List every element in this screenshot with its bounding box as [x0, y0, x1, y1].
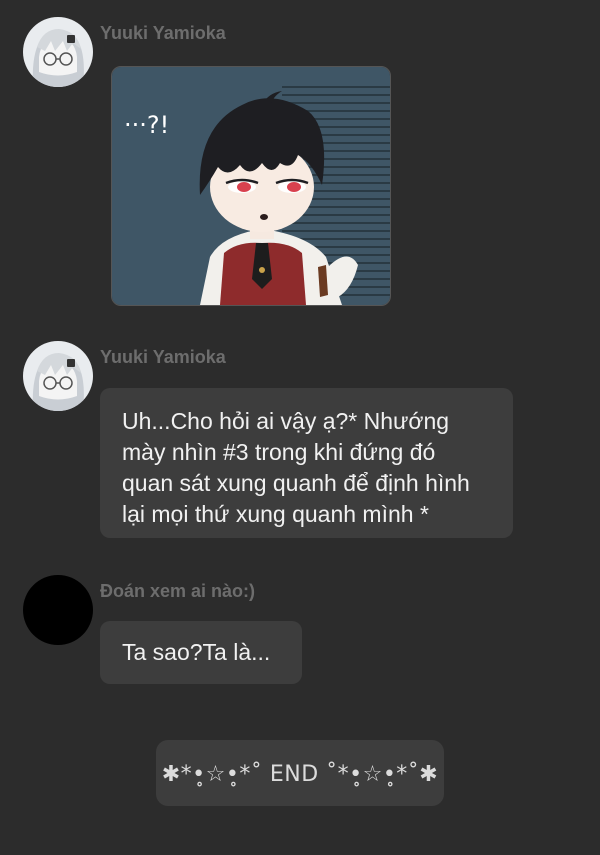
avatar-yuuki[interactable] — [23, 341, 93, 411]
message-line: lại mọi thứ xung quanh mình * — [122, 501, 429, 527]
avatar-yuuki[interactable] — [23, 17, 93, 87]
sender-name: Yuuki Yamioka — [100, 23, 226, 43]
end-marker-text: ✱*•̥☆•̥*˚ END ˚*•̥☆•̥*˚✱ — [161, 762, 439, 787]
message-line: quan sát xung quanh để định hình — [122, 470, 470, 496]
image-caption: ···?! — [124, 111, 169, 139]
message-bubble[interactable]: Ta sao?Ta là... — [100, 621, 302, 684]
message-line: Uh...Cho hỏi ai vậy ạ?* Nhướng — [122, 408, 450, 434]
avatar-image — [23, 341, 93, 411]
avatar-image — [23, 17, 93, 87]
message-bubble[interactable]: Uh...Cho hỏi ai vậy ạ?* Nhướng mày nhìn … — [100, 388, 513, 538]
sender-name: Yuuki Yamioka — [100, 347, 226, 367]
sender-name: Đoán xem ai nào:) — [100, 581, 256, 601]
message-line: Ta sao?Ta là... — [122, 639, 271, 665]
shared-image[interactable]: ···?! — [111, 66, 391, 306]
manga-character-image: ···?! — [112, 67, 390, 305]
message-line: mày nhìn #3 trong khi đứng đó — [122, 439, 436, 465]
end-marker-bubble[interactable]: ✱*•̥☆•̥*˚ END ˚*•̥☆•̥*˚✱ — [156, 740, 444, 806]
avatar-anonymous[interactable] — [23, 575, 93, 645]
